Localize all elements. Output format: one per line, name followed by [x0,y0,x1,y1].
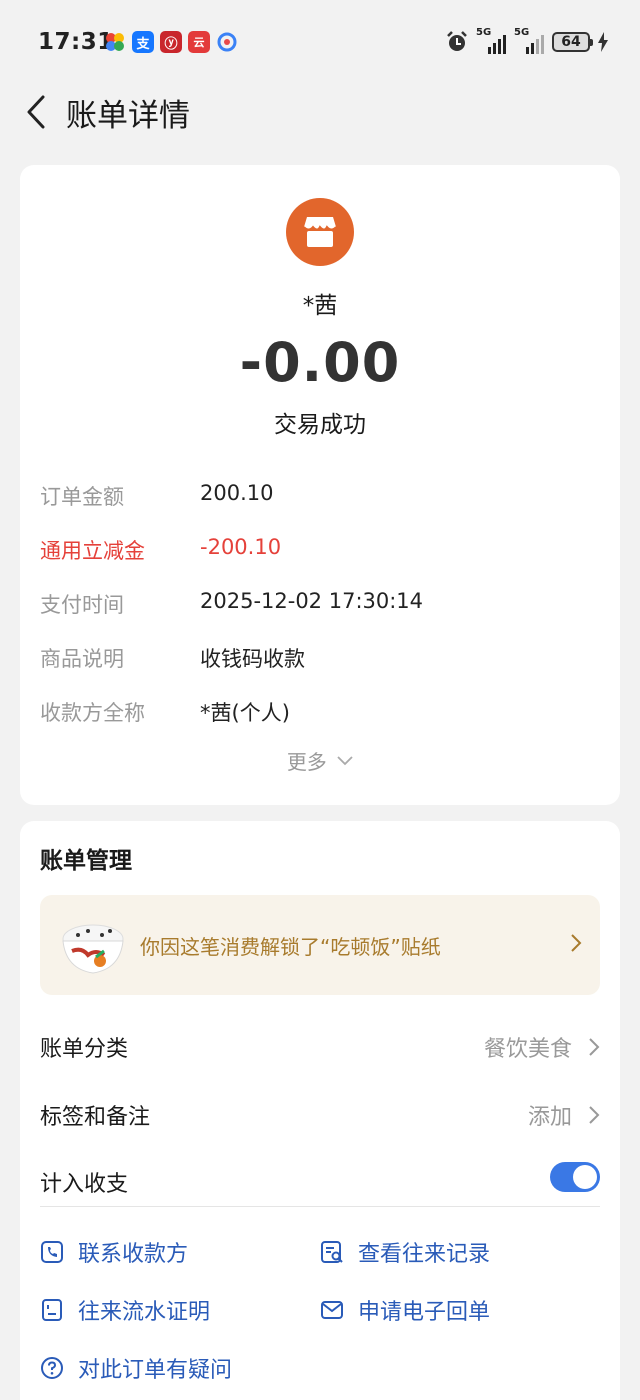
bill-category-value: 餐饮美食 [483,1037,572,1062]
signal-1: 5G [476,27,506,54]
detail-value: *茜(个人) [200,701,290,725]
detail-row-discount: 通用立减金 -200.10 [40,535,600,567]
sticker-text: 你因这笔消费解锁了“吃顿饭”贴纸 [140,935,441,959]
transaction-status: 交易成功 [274,412,366,438]
detail-value: 2025-12-02 17:30:14 [200,589,424,613]
detail-label: 商品说明 [40,647,124,671]
nav-bar: 账单详情 [0,88,640,136]
merchant-name: *茜 [302,293,338,319]
sticker-banner[interactable]: 你因这笔消费解锁了“吃顿饭”贴纸 [40,895,600,995]
merchant-avatar [286,198,354,266]
bill-category-row[interactable]: 账单分类 餐饮美食 [40,1025,600,1065]
chevron-down-icon [337,755,353,765]
contact-payee-label: 联系收款方 [78,1242,189,1267]
statement-proof-label: 往来流水证明 [78,1300,211,1325]
alipay-icon: 支 [132,31,154,53]
include-in-stats-label: 计入收支 [40,1172,129,1197]
detail-row-description: 商品说明 收钱码收款 [40,643,600,675]
toggle-knob [573,1165,597,1189]
contact-payee-link[interactable]: 联系收款方 [40,1234,188,1270]
e-receipt-label: 申请电子回单 [358,1300,491,1325]
order-question-label: 对此订单有疑问 [78,1358,233,1383]
detail-label: 支付时间 [40,593,124,617]
include-in-stats-toggle[interactable] [550,1162,600,1192]
include-in-stats-row: 计入收支 [40,1160,600,1200]
back-arrow-icon [27,95,45,129]
detail-row-order-amount: 订单金额 200.10 [40,481,600,513]
detail-label: 通用立减金 [40,539,145,563]
chevron-right-icon [589,1106,600,1124]
detail-value: 200.10 [200,481,274,505]
yunshanfu-icon: 云 [188,31,210,53]
more-button[interactable]: 更多 [20,746,620,775]
tags-notes-row[interactable]: 标签和备注 添加 [40,1093,600,1133]
system-icons: 5G 5G 64 [446,27,608,54]
section-title: 账单管理 [40,848,132,874]
status-time: 17:31 [38,29,114,55]
shop-icon [303,217,337,247]
divider [40,1206,600,1207]
alarm-icon [447,31,467,51]
detail-label: 订单金额 [40,485,124,509]
detail-row-pay-time: 支付时间 2025-12-02 17:30:14 [40,589,600,621]
more-label: 更多 [286,750,327,774]
nfc-app-icon [216,31,238,53]
bank-icon: ⓨ [160,31,182,53]
order-question-link[interactable]: 对此订单有疑问 [40,1350,232,1386]
chevron-right-icon [589,1038,600,1056]
page-title: 账单详情 [66,98,190,134]
battery-indicator: 64 [552,32,593,52]
notification-icons: 支 ⓨ 云 [104,31,238,53]
charging-icon [598,32,608,52]
mail-icon [321,1301,343,1319]
tags-notes-label: 标签和备注 [40,1105,151,1130]
tags-notes-value: 添加 [527,1105,572,1130]
bill-category-label: 账单分类 [40,1037,129,1062]
statement-proof-link[interactable]: 往来流水证明 [40,1292,210,1328]
google-photos-icon [104,31,126,53]
status-bar: 17:31 支 ⓨ 云 5G 5G 64 [0,0,640,88]
detail-row-payee: 收款方全称 *茜(个人) [40,697,600,729]
view-history-label: 查看往来记录 [358,1242,491,1267]
document-icon [42,1299,62,1321]
bill-management-card: 账单管理 你因这笔消费解锁了“吃顿饭”贴纸 账单分类 餐饮美食 标签和备注 添加… [20,821,620,1400]
phone-icon [41,1241,63,1263]
detail-label: 收款方全称 [40,701,145,725]
transaction-card: *茜 -0.00 交易成功 订单金额 200.10 通用立减金 -200.10 … [20,165,620,805]
detail-value: 收钱码收款 [200,647,305,671]
question-icon [41,1357,63,1379]
view-history-link[interactable]: 查看往来记录 [320,1234,490,1270]
records-search-icon [321,1241,343,1263]
chevron-right-icon [571,934,582,952]
detail-value: -200.10 [200,535,282,559]
back-button[interactable] [18,92,54,132]
e-receipt-link[interactable]: 申请电子回单 [320,1292,490,1328]
rice-bowl-sticker-icon [62,924,124,974]
transaction-amount: -0.00 [239,331,401,394]
signal-2: 5G [514,27,544,54]
